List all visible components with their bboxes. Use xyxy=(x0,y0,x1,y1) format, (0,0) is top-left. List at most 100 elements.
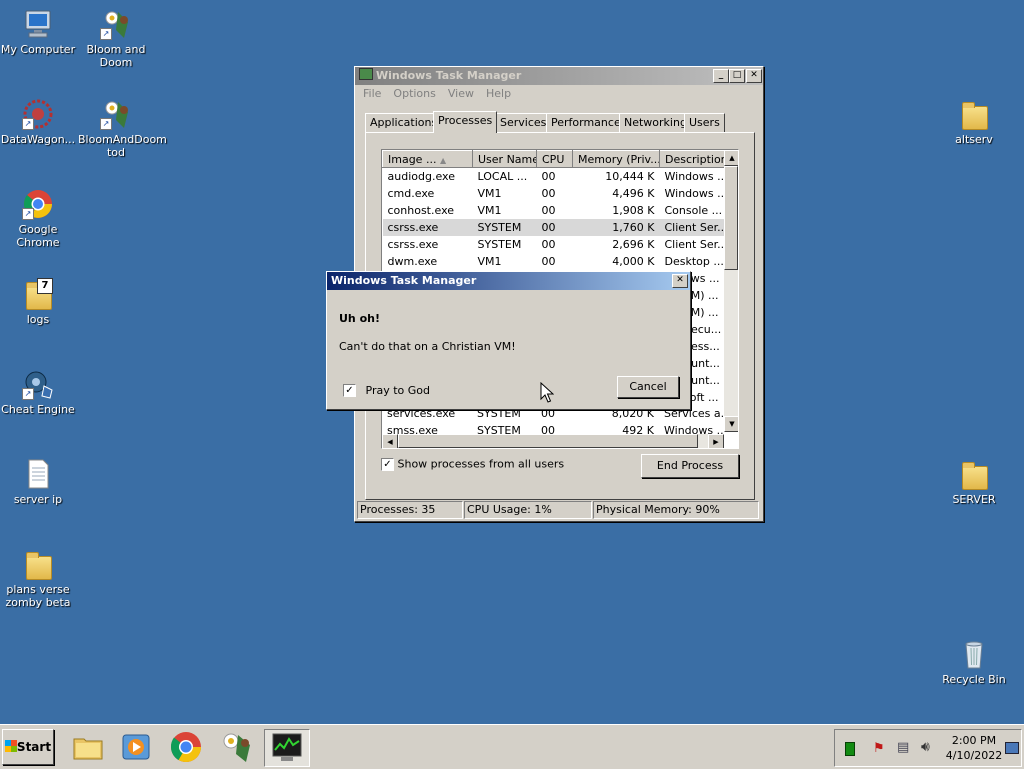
tab-processes[interactable]: Processes xyxy=(433,111,498,133)
column-header-user-name[interactable]: User Name xyxy=(472,150,537,168)
cell-image-name: dwm.exe xyxy=(387,255,438,268)
minimize-button[interactable]: _ xyxy=(713,69,729,83)
desktop-icon-label: server ip xyxy=(13,493,63,506)
desktop-icon-label: Google Chrome xyxy=(16,223,60,249)
taskbar: Start ⚑ ▤ 🔊︎ 2:00 PM 4/10/2022 xyxy=(0,724,1024,769)
bloom-and-doom-taskbar-icon[interactable] xyxy=(218,729,254,765)
folder-icon xyxy=(22,548,54,580)
dialog-titlebar[interactable]: Windows Task Manager ✕ xyxy=(327,272,690,290)
folder-icon xyxy=(958,458,990,490)
cell-cpu: 00 xyxy=(541,204,556,217)
chrome-taskbar-icon[interactable] xyxy=(168,729,204,765)
network-icon[interactable]: ▤ xyxy=(897,740,909,755)
tab-performance[interactable]: Performance xyxy=(546,113,626,132)
close-button[interactable]: ✕ xyxy=(746,69,762,83)
cell-memory: 4,496 K xyxy=(612,187,655,200)
tab-applications[interactable]: Applications xyxy=(365,113,443,132)
desktop-icon-my-computer[interactable]: My Computer xyxy=(0,8,76,56)
show-desktop-icon[interactable] xyxy=(1005,742,1019,754)
flower-game-icon: ↗ xyxy=(100,8,132,40)
network-status-icon[interactable] xyxy=(845,742,855,756)
scroll-down-button[interactable]: ▼ xyxy=(724,416,738,432)
start-button[interactable]: Start xyxy=(2,729,54,765)
table-row[interactable]: audiodg.exe LOCAL ... 00 10,444 K Windows ..… xyxy=(383,168,725,186)
message-dialog[interactable]: Windows Task Manager ✕ Uh oh! Can't do t… xyxy=(326,271,691,410)
desktop-icon-cheat-engine[interactable]: ↗ Cheat Engine xyxy=(0,368,76,416)
pray-to-god-option[interactable]: ✓ Pray to God xyxy=(343,383,430,397)
column-header-cpu[interactable]: CPU xyxy=(536,150,573,168)
desktop-icon-logs[interactable]: 7 logs xyxy=(0,278,76,326)
table-row[interactable]: conhost.exe VM1 00 1,908 K Console ... xyxy=(383,202,725,219)
action-center-warning-icon[interactable]: ⚑ xyxy=(873,741,885,756)
table-row[interactable]: dwm.exe VM1 00 4,000 K Desktop ... xyxy=(383,253,725,270)
scrollbar-thumb[interactable] xyxy=(724,166,738,270)
menu-bar: File Options View Help xyxy=(355,85,763,102)
menu-help[interactable]: Help xyxy=(480,85,517,102)
scroll-up-button[interactable]: ▲ xyxy=(724,150,738,166)
column-header-memory[interactable]: Memory (Priv... xyxy=(572,150,660,168)
process-table-header: Image ... ▲ User Name CPU Memory (Priv..… xyxy=(382,150,725,168)
media-player-taskbar-icon[interactable] xyxy=(118,729,154,765)
cell-user-name: VM1 xyxy=(477,255,502,268)
cancel-button[interactable]: Cancel xyxy=(617,376,679,398)
explorer-taskbar-icon[interactable] xyxy=(70,729,106,765)
desktop-icon-label: altserv xyxy=(955,133,993,146)
task-manager-taskbar-icon[interactable] xyxy=(264,729,310,767)
desktop-icon-recycle-bin[interactable]: Recycle Bin xyxy=(936,638,1012,686)
menu-options[interactable]: Options xyxy=(387,85,441,102)
task-manager-title: Windows Task Manager xyxy=(376,69,522,82)
folder-icon: 7 xyxy=(22,278,54,310)
desktop-icon-bloom-and-doom[interactable]: ↗ Bloom and Doom xyxy=(78,8,154,69)
process-table: Image ... ▲ User Name CPU Memory (Priv..… xyxy=(382,150,725,270)
menu-view[interactable]: View xyxy=(442,85,480,102)
dialog-message: Can't do that on a Christian VM! xyxy=(339,340,516,353)
dialog-close-button[interactable]: ✕ xyxy=(672,274,688,288)
show-all-processes[interactable]: ✓ Show processes from all users xyxy=(381,457,564,471)
horizontal-scrollbar-thumb[interactable] xyxy=(398,434,698,448)
computer-icon xyxy=(22,8,54,40)
task-manager-titlebar[interactable]: Windows Task Manager _ □ ✕ xyxy=(355,67,763,85)
show-all-checkbox[interactable]: ✓ xyxy=(381,457,394,471)
cell-memory: 1,760 K xyxy=(612,221,655,234)
volume-icon[interactable]: 🔊︎ xyxy=(921,739,930,755)
desktop-icon-bloomanddoom-tod[interactable]: ↗ BloomAndDoom tod xyxy=(78,98,167,159)
cell-cpu: 00 xyxy=(541,170,556,183)
table-row-selected[interactable]: csrss.exe SYSTEM 00 1,760 K Client Ser... xyxy=(382,219,725,236)
end-process-button[interactable]: End Process xyxy=(641,454,739,478)
cell-description: Client Ser... xyxy=(664,221,725,234)
tab-networking[interactable]: Networking xyxy=(619,113,692,132)
maximize-button[interactable]: □ xyxy=(729,69,745,83)
scroll-left-button[interactable]: ◀ xyxy=(382,434,398,448)
table-row[interactable]: cmd.exe VM1 00 4,496 K Windows ... xyxy=(383,185,725,202)
table-row[interactable]: csrss.exe SYSTEM 00 2,696 K Client Ser... xyxy=(383,236,725,253)
desktop-icon-altserv[interactable]: altserv xyxy=(936,98,1012,146)
shortcut-arrow-icon: ↗ xyxy=(22,118,34,130)
cell-user-name: LOCAL ... xyxy=(477,170,528,183)
menu-file[interactable]: File xyxy=(357,85,387,102)
cell-cpu: 00 xyxy=(541,187,556,200)
desktop-icon-server-ip[interactable]: server ip xyxy=(0,458,76,506)
clock-date[interactable]: 4/10/2022 xyxy=(943,749,1005,762)
cell-user-name: SYSTEM xyxy=(477,238,522,251)
desktop-icon-datawagon[interactable]: ↗ DataWagon... xyxy=(0,98,76,146)
scroll-right-button[interactable]: ▶ xyxy=(708,434,724,448)
dialog-title: Windows Task Manager xyxy=(331,274,477,287)
desktop-icon-plans-verse-zomby-beta[interactable]: plans verse zomby beta xyxy=(0,548,76,609)
cell-description: Console ... xyxy=(664,204,723,217)
column-header-image-name[interactable]: Image ... ▲ xyxy=(382,150,473,168)
desktop-icon-server[interactable]: SERVER xyxy=(936,458,1012,506)
column-header-description[interactable]: Description xyxy=(659,150,725,168)
cell-memory: 1,908 K xyxy=(612,204,655,217)
tab-users[interactable]: Users xyxy=(684,113,725,132)
clock-time[interactable]: 2:00 PM xyxy=(943,734,1005,747)
cell-image-name: cmd.exe xyxy=(387,187,435,200)
desktop-icon-label: Cheat Engine xyxy=(1,403,75,416)
sort-ascending-icon: ▲ xyxy=(439,155,447,165)
tab-services[interactable]: Services xyxy=(495,113,552,132)
horizontal-scrollbar[interactable]: ◀ ▶ xyxy=(382,434,724,448)
status-physical-memory: Physical Memory: 90% xyxy=(593,501,759,519)
pray-to-god-checkbox[interactable]: ✓ xyxy=(343,383,356,397)
desktop-icon-google-chrome[interactable]: ↗ Google Chrome xyxy=(0,188,76,249)
cell-user-name: VM1 xyxy=(477,187,502,200)
vertical-scrollbar[interactable]: ▲ ▼ xyxy=(724,150,738,432)
